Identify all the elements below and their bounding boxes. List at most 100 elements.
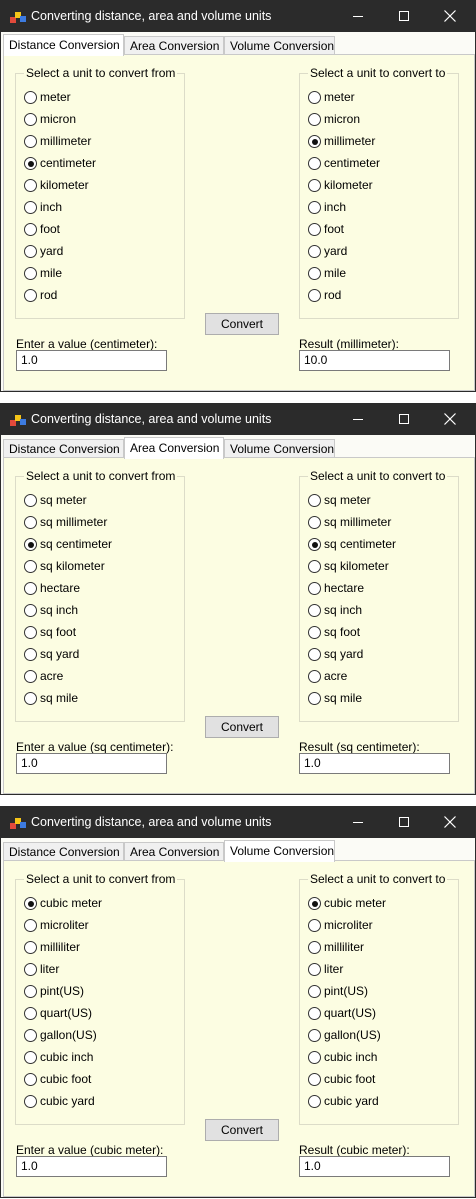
tab-volume-conversion[interactable]: Volume Conversion [224,36,335,55]
radio-label: centimeter [40,156,97,170]
result-field[interactable]: 1.0 [299,1156,450,1177]
radio-button[interactable] [24,626,37,639]
minimize-button[interactable] [335,1,381,32]
radio-label: mile [324,266,347,280]
result-field[interactable]: 10.0 [299,350,450,371]
value-input[interactable]: 1.0 [16,1156,167,1177]
title-bar[interactable]: Converting distance, area and volume uni… [1,807,475,838]
radio-button[interactable] [24,516,37,529]
radio-button[interactable] [308,692,321,705]
radio-button[interactable] [24,582,37,595]
radio-button[interactable] [308,113,321,126]
radio-button[interactable] [24,1073,37,1086]
close-icon [444,10,456,22]
radio-button[interactable] [24,897,37,910]
radio-button[interactable] [24,113,37,126]
close-button[interactable] [427,404,473,435]
tab-distance-conversion[interactable]: Distance Conversion [3,842,124,861]
radio-button[interactable] [308,670,321,683]
close-button[interactable] [427,1,473,32]
radio-button[interactable] [308,560,321,573]
maximize-button[interactable] [381,1,427,32]
close-button[interactable] [427,807,473,838]
radio-button[interactable] [308,201,321,214]
radio-button[interactable] [24,245,37,258]
radio-button[interactable] [308,1007,321,1020]
radio-button[interactable] [24,179,37,192]
radio-button[interactable] [24,201,37,214]
result-field[interactable]: 1.0 [299,753,450,774]
radio-button[interactable] [308,267,321,280]
radio-button[interactable] [308,223,321,236]
radio-button[interactable] [24,985,37,998]
radio-button[interactable] [24,91,37,104]
radio-button[interactable] [24,692,37,705]
radio-button[interactable] [308,494,321,507]
radio-label: sq mile [324,691,363,705]
radio-button[interactable] [24,648,37,661]
convert-button[interactable]: Convert [205,313,279,335]
radio-label: sq mile [40,691,79,705]
radio-button[interactable] [308,91,321,104]
radio-button[interactable] [308,289,321,302]
radio-button[interactable] [308,157,321,170]
radio-button[interactable] [308,1051,321,1064]
radio-button[interactable] [24,919,37,932]
value-input[interactable]: 1.0 [16,350,167,371]
tab-volume-conversion[interactable]: Volume Conversion [224,840,335,862]
minimize-button[interactable] [335,404,381,435]
tab-distance-conversion[interactable]: Distance Conversion [3,34,124,56]
tab-area-conversion[interactable]: Area Conversion [124,437,224,459]
radio-button[interactable] [308,919,321,932]
radio-button[interactable] [308,648,321,661]
radio-button[interactable] [24,963,37,976]
tab-volume-conversion[interactable]: Volume Conversion [224,439,335,458]
radio-button[interactable] [308,245,321,258]
radio-button[interactable] [308,604,321,617]
radio-button[interactable] [24,157,37,170]
radio-button[interactable] [308,135,321,148]
tab-area-conversion[interactable]: Area Conversion [124,36,224,55]
convert-to-group: Select a unit to convert to meter micron mi… [299,66,459,319]
radio-button[interactable] [24,494,37,507]
radio-button[interactable] [24,1051,37,1064]
radio-button[interactable] [24,1095,37,1108]
title-bar[interactable]: Converting distance, area and volume uni… [1,1,475,32]
convert-button[interactable]: Convert [205,1119,279,1141]
radio-button[interactable] [24,1007,37,1020]
radio-button[interactable] [308,963,321,976]
radio-button[interactable] [24,604,37,617]
maximize-button[interactable] [381,404,427,435]
radio-button[interactable] [308,1029,321,1042]
radio-button[interactable] [24,1029,37,1042]
maximize-button[interactable] [381,807,427,838]
radio-button[interactable] [308,1095,321,1108]
tab-area-conversion[interactable]: Area Conversion [124,842,224,861]
radio-button[interactable] [24,267,37,280]
convert-button[interactable]: Convert [205,716,279,738]
radio-button[interactable] [24,223,37,236]
radio-button[interactable] [308,516,321,529]
radio-button[interactable] [24,538,37,551]
tab-distance-conversion[interactable]: Distance Conversion [3,439,124,458]
radio-button[interactable] [308,941,321,954]
radio-button[interactable] [308,1073,321,1086]
tab-panel: Select a unit to convert from sq meter sq … [3,457,475,794]
radio-button[interactable] [308,985,321,998]
radio-button[interactable] [308,626,321,639]
radio-button[interactable] [24,135,37,148]
radio-button[interactable] [24,941,37,954]
radio-button[interactable] [308,897,321,910]
convert-from-title: Select a unit to convert from [24,872,178,886]
title-bar[interactable]: Converting distance, area and volume uni… [1,404,475,435]
minimize-button[interactable] [335,807,381,838]
radio-button[interactable] [24,289,37,302]
radio-label: sq centimeter [40,537,113,551]
radio-button[interactable] [308,582,321,595]
radio-button[interactable] [24,670,37,683]
radio-button[interactable] [24,560,37,573]
radio-button[interactable] [308,179,321,192]
value-input[interactable]: 1.0 [16,753,167,774]
window-title: Converting distance, area and volume uni… [31,815,272,829]
radio-button[interactable] [308,538,321,551]
